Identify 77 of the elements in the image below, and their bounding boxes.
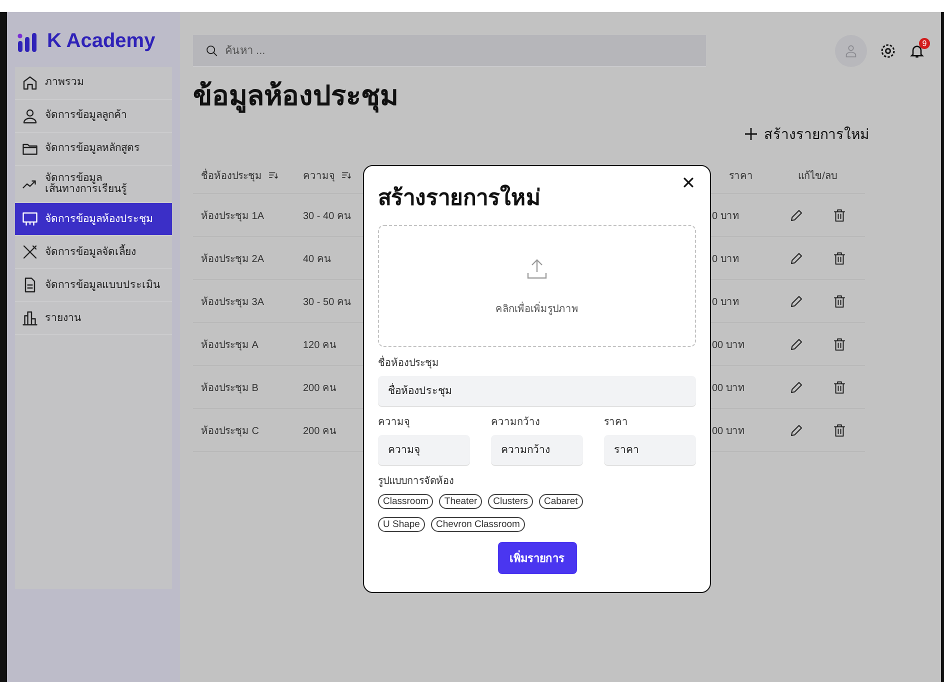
table-cell-text: ห้องประชุม C [200,424,260,438]
layout-chip[interactable]: Clusters [488,494,533,509]
presentation-board-icon [21,210,39,228]
pencil-icon [788,208,804,222]
sort-icon [341,170,352,180]
layout-chip[interactable]: Chevron Classroom [430,517,525,532]
settings-icon[interactable] [879,42,897,60]
bar-chart-icon [21,309,39,328]
table-cell-text: ห้องประชุม 3A [200,296,266,308]
user-icon [21,107,39,125]
utensils-icon [21,243,39,262]
pencil-icon [788,380,804,394]
table-cell-text: ห้องประชุม B [200,382,260,394]
table-cell-text: 00 บาท [712,382,746,394]
pencil-icon [788,422,804,438]
table-cell-text: 00 บาท [712,424,746,438]
pencil-icon [788,294,804,308]
pencil-icon [788,250,804,266]
trash-icon [832,250,846,266]
sidebar-item[interactable]: จัดการข้อมูลจัดเลี้ยง [15,236,172,270]
submit-button[interactable]: เพิ่มรายการ [498,542,576,574]
dialog-title: สร้างรายการใหม่ [378,184,541,212]
sort-icon [268,170,279,180]
image-upload-area[interactable]: คลิกเพื่อเพิ่มรูปภาพ [378,225,696,347]
sidebar-item[interactable]: จัดการข้อมูลห้องประชุม [15,203,172,236]
sidebar-item[interactable]: จัดการข้อมูลหลักสูตร [15,133,172,166]
table-cell-text: 40 คน [302,252,332,266]
trash-icon [832,422,846,438]
search-icon [205,44,219,58]
notification-badge: 9 [919,38,930,49]
sidebar-item[interactable]: ภาพรวม [15,67,172,100]
column-header: ชื่อห้องประชุม [201,168,262,182]
table-cell-text: ห้องประชุม 1A [200,210,266,222]
table-cell-text: 0 บาท [712,296,740,308]
upload-icon [525,256,549,280]
input-field[interactable]: ชื่อห้องประชุม [378,376,696,406]
input-field[interactable]: ความจุ [378,435,470,465]
sidebar-item[interactable]: จัดการข้อมูลลูกค้า [15,100,172,133]
search-field[interactable]: ค้นหา ... [193,35,706,67]
home-icon [21,74,39,92]
table-cell-text: 0 บาท [712,210,740,222]
brand-name: K Academy [47,30,156,53]
plus-icon [744,127,758,141]
logo-icon [17,32,39,52]
column-header: ความจุ [303,170,335,182]
upload-hint: คลิกเพื่อเพิ่มรูปภาพ [496,300,578,316]
table-cell-text: 0 บาท [712,252,740,266]
pencil-icon [788,336,804,352]
input-field[interactable]: ราคา [604,435,696,465]
layout-chip[interactable]: Cabaret [539,494,583,509]
field-label: ชื่อห้องประชุม [378,355,696,370]
sidebar-item[interactable]: รายงาน [15,302,172,336]
column-header: ราคา [729,170,753,182]
field-label: รูปแบบการจัดห้อง [378,474,455,488]
table-cell-text: 120 คน [302,338,338,352]
trash-icon [832,294,846,308]
trash-icon [832,336,846,352]
trash-icon [832,208,846,222]
field-label: ความกว้าง [491,416,541,429]
layout-chip[interactable]: Classroom [378,494,434,509]
input-field[interactable]: ความกว้าง [491,435,583,465]
table-cell-text: 00 บาท [712,338,746,352]
page-title: ข้อมูลห้องประชุม [193,79,399,115]
table-cell-text: ห้องประชุม 2A [200,252,266,266]
layout-chip[interactable]: U Shape [378,517,425,532]
table-cell-text: ห้องประชุม A [200,338,260,352]
create-button[interactable]: สร้างรายการใหม่ [740,119,873,149]
sidebar-item[interactable]: จัดการข้อมูลแบบประเมิน [15,269,172,302]
layout-chip[interactable]: Theater [439,494,482,509]
column-header: แก้ไข/ลบ [798,169,837,182]
field-label: ความจุ [378,416,411,429]
table-cell-text: 200 คน [302,424,338,438]
table-cell-text: 200 คน [302,382,338,394]
field-label: ราคา [604,416,629,429]
trash-icon [832,380,846,394]
table-cell-text: 30 - 40 คน [302,210,352,222]
table-cell-text: 30 - 50 คน [302,296,352,308]
